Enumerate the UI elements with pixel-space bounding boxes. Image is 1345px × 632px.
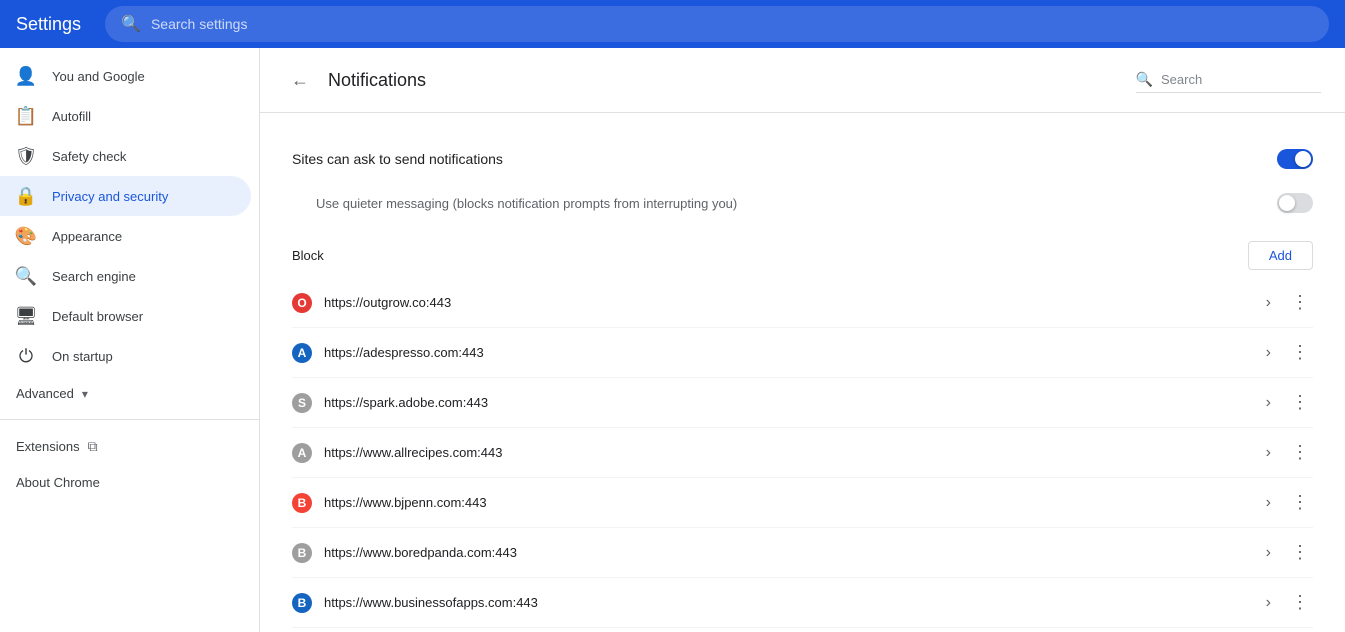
sidebar-item-privacy-and-security[interactable]: 🔒 Privacy and security bbox=[0, 176, 251, 216]
site-row: B https://www.bjpenn.com:443 › ⋮ bbox=[292, 478, 1313, 528]
outgrow-expand-icon[interactable]: › bbox=[1262, 290, 1275, 316]
you-and-google-label: You and Google bbox=[52, 69, 145, 84]
quieter-messaging-row: Use quieter messaging (blocks notificati… bbox=[292, 181, 1313, 225]
block-header: Block Add bbox=[292, 241, 1313, 270]
bjpenn-expand-icon[interactable]: › bbox=[1262, 490, 1275, 516]
spark-expand-icon[interactable]: › bbox=[1262, 390, 1275, 416]
bjpenn-url: https://www.bjpenn.com:443 bbox=[324, 495, 1250, 510]
adespresso-favicon: A bbox=[292, 343, 312, 363]
businessofapps-favicon: B bbox=[292, 593, 312, 613]
boredpanda-menu-icon[interactable]: ⋮ bbox=[1287, 538, 1313, 567]
site-row: O https://outgrow.co:443 › ⋮ bbox=[292, 278, 1313, 328]
safety-check-label: Safety check bbox=[52, 149, 126, 164]
add-button[interactable]: Add bbox=[1248, 241, 1313, 270]
search-settings-input[interactable] bbox=[151, 16, 1313, 32]
allrecipes-url: https://www.allrecipes.com:443 bbox=[324, 445, 1250, 460]
you-and-google-icon: 👤 bbox=[16, 66, 36, 86]
autofill-label: Autofill bbox=[52, 109, 91, 124]
spark-url: https://spark.adobe.com:443 bbox=[324, 395, 1250, 410]
toggle-track-on[interactable] bbox=[1277, 149, 1313, 169]
advanced-label: Advanced bbox=[16, 386, 74, 401]
content-area: ← Notifications 🔍 Sites can ask to send … bbox=[260, 48, 1345, 632]
sidebar-item-you-and-google[interactable]: 👤 You and Google bbox=[0, 56, 251, 96]
sidebar: 👤 You and Google 📋 Autofill 🛡 Safety che… bbox=[0, 48, 260, 632]
sidebar-advanced[interactable]: Advanced ▾ bbox=[0, 376, 259, 411]
spark-favicon: S bbox=[292, 393, 312, 413]
site-row: A https://www.allrecipes.com:443 › ⋮ bbox=[292, 428, 1313, 478]
search-engine-icon: 🔍 bbox=[16, 266, 36, 286]
app-title: Settings bbox=[16, 14, 81, 35]
businessofapps-expand-icon[interactable]: › bbox=[1262, 590, 1275, 616]
businessofapps-url: https://www.businessofapps.com:443 bbox=[324, 595, 1250, 610]
sites-can-ask-row: Sites can ask to send notifications bbox=[292, 137, 1313, 181]
on-startup-label: On startup bbox=[52, 349, 113, 364]
toggle-thumb bbox=[1295, 151, 1311, 167]
notifications-title: Notifications bbox=[328, 70, 1124, 91]
external-link-icon: ⧉ bbox=[88, 438, 98, 455]
site-row: B https://www.boredpanda.com:443 › ⋮ bbox=[292, 528, 1313, 578]
search-icon-top: 🔍 bbox=[121, 14, 141, 34]
safety-check-icon: 🛡 bbox=[16, 146, 36, 166]
search-bar[interactable]: 🔍 bbox=[105, 6, 1329, 42]
sidebar-divider bbox=[0, 419, 259, 420]
block-label: Block bbox=[292, 248, 324, 263]
adespresso-url: https://adespresso.com:443 bbox=[324, 345, 1250, 360]
bjpenn-favicon: B bbox=[292, 493, 312, 513]
outgrow-favicon: O bbox=[292, 293, 312, 313]
search-notifications-input[interactable] bbox=[1161, 72, 1321, 87]
site-row: A https://adespresso.com:443 › ⋮ bbox=[292, 328, 1313, 378]
privacy-and-security-icon: 🔒 bbox=[16, 186, 36, 206]
sidebar-item-safety-check[interactable]: 🛡 Safety check bbox=[0, 136, 251, 176]
quieter-messaging-toggle[interactable] bbox=[1277, 193, 1313, 213]
site-row: S https://spark.adobe.com:443 › ⋮ bbox=[292, 378, 1313, 428]
main-layout: 👤 You and Google 📋 Autofill 🛡 Safety che… bbox=[0, 48, 1345, 632]
outgrow-menu-icon[interactable]: ⋮ bbox=[1287, 288, 1313, 317]
allrecipes-favicon: A bbox=[292, 443, 312, 463]
allrecipes-expand-icon[interactable]: › bbox=[1262, 440, 1275, 466]
boredpanda-expand-icon[interactable]: › bbox=[1262, 540, 1275, 566]
bjpenn-menu-icon[interactable]: ⋮ bbox=[1287, 488, 1313, 517]
privacy-and-security-label: Privacy and security bbox=[52, 189, 168, 204]
default-browser-label: Default browser bbox=[52, 309, 143, 324]
toggle-track-off[interactable] bbox=[1277, 193, 1313, 213]
on-startup-icon: ⏻ bbox=[16, 346, 36, 366]
boredpanda-favicon: B bbox=[292, 543, 312, 563]
businessofapps-menu-icon[interactable]: ⋮ bbox=[1287, 588, 1313, 617]
sidebar-about-chrome[interactable]: About Chrome bbox=[0, 465, 259, 500]
adespresso-menu-icon[interactable]: ⋮ bbox=[1287, 338, 1313, 367]
default-browser-icon: 🖥 bbox=[16, 306, 36, 326]
search-icon: 🔍 bbox=[1136, 71, 1153, 88]
notifications-header: ← Notifications 🔍 bbox=[260, 48, 1345, 113]
allrecipes-menu-icon[interactable]: ⋮ bbox=[1287, 438, 1313, 467]
sidebar-extensions[interactable]: Extensions ⧉ bbox=[0, 428, 259, 465]
sites-can-ask-label: Sites can ask to send notifications bbox=[292, 151, 503, 167]
sidebar-item-appearance[interactable]: 🎨 Appearance bbox=[0, 216, 251, 256]
toggle-thumb-off bbox=[1279, 195, 1295, 211]
adespresso-expand-icon[interactable]: › bbox=[1262, 340, 1275, 366]
appearance-label: Appearance bbox=[52, 229, 122, 244]
sidebar-item-on-startup[interactable]: ⏻ On startup bbox=[0, 336, 251, 376]
topbar: Settings 🔍 bbox=[0, 0, 1345, 48]
autofill-icon: 📋 bbox=[16, 106, 36, 126]
sites-can-ask-toggle[interactable] bbox=[1277, 149, 1313, 169]
spark-menu-icon[interactable]: ⋮ bbox=[1287, 388, 1313, 417]
blocked-sites-list: O https://outgrow.co:443 › ⋮ A https://a… bbox=[292, 278, 1313, 628]
search-engine-label: Search engine bbox=[52, 269, 136, 284]
chevron-down-icon: ▾ bbox=[82, 387, 88, 401]
boredpanda-url: https://www.boredpanda.com:443 bbox=[324, 545, 1250, 560]
notifications-search[interactable]: 🔍 bbox=[1136, 67, 1321, 93]
sidebar-item-search-engine[interactable]: 🔍 Search engine bbox=[0, 256, 251, 296]
settings-content: Sites can ask to send notifications Use … bbox=[260, 113, 1345, 632]
back-icon: ← bbox=[291, 70, 309, 91]
outgrow-url: https://outgrow.co:443 bbox=[324, 295, 1250, 310]
back-button[interactable]: ← bbox=[284, 64, 316, 96]
quieter-messaging-label: Use quieter messaging (blocks notificati… bbox=[316, 196, 737, 211]
extensions-label: Extensions bbox=[16, 439, 80, 454]
site-row: B https://www.businessofapps.com:443 › ⋮ bbox=[292, 578, 1313, 628]
appearance-icon: 🎨 bbox=[16, 226, 36, 246]
sidebar-item-autofill[interactable]: 📋 Autofill bbox=[0, 96, 251, 136]
about-chrome-label: About Chrome bbox=[16, 475, 100, 490]
sidebar-item-default-browser[interactable]: 🖥 Default browser bbox=[0, 296, 251, 336]
